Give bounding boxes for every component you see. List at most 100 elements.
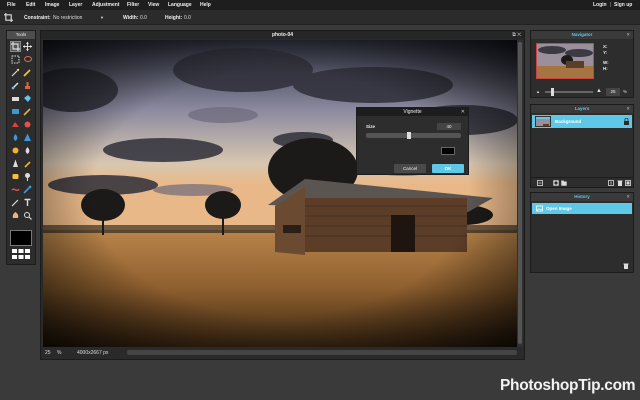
navigator-title: Navigator	[571, 32, 593, 37]
zoom-value[interactable]: 25	[45, 350, 51, 356]
history-item[interactable]: Open Image	[532, 203, 632, 214]
document-title: photo-04	[41, 31, 524, 39]
layer-menu-icon[interactable]	[625, 180, 631, 186]
size-label: Size	[366, 124, 376, 129]
menu-view[interactable]: View	[148, 2, 159, 8]
navigator-zoom-input[interactable]: 25	[606, 88, 620, 96]
ok-button[interactable]: OK	[432, 164, 464, 173]
size-slider[interactable]	[366, 132, 461, 139]
marquee-icon[interactable]	[11, 55, 20, 64]
eraser-icon[interactable]	[11, 94, 20, 103]
close-icon[interactable]: ✕	[517, 32, 521, 38]
slider-handle[interactable]	[406, 132, 411, 139]
pencil-icon[interactable]	[23, 68, 32, 77]
bucket-icon[interactable]	[23, 94, 32, 103]
constraint-select[interactable]: No restriction	[53, 15, 82, 21]
horizontal-scrollbar[interactable]	[127, 350, 517, 355]
vertical-scrollbar[interactable]	[517, 40, 523, 347]
navigator-thumbnail[interactable]	[536, 43, 594, 79]
close-icon[interactable]: ✕	[626, 105, 630, 113]
history-panel: History ✕ Open Image	[530, 192, 634, 273]
trash-icon[interactable]	[617, 180, 623, 186]
history-trash-icon[interactable]	[623, 263, 629, 269]
layer-name: Background	[555, 119, 582, 124]
spot-heal-icon[interactable]	[11, 133, 20, 142]
navigator-panel: Navigator ✕ X: Y: W: H: ▲ ▲ 25 %	[530, 30, 634, 98]
clone-stamp-icon[interactable]	[23, 81, 32, 90]
menu-adjustment[interactable]: Adjustment	[92, 2, 120, 8]
foreground-color-swatch[interactable]	[10, 230, 32, 246]
status-bar: 25 % 4000x2667 px	[41, 347, 524, 359]
blur-icon[interactable]	[23, 146, 32, 155]
dialog-title: Vignette	[357, 108, 468, 116]
gradient-icon[interactable]	[11, 107, 20, 116]
new-folder-icon[interactable]	[561, 180, 567, 186]
dodge-icon[interactable]	[23, 172, 32, 181]
menu-file[interactable]: File	[7, 2, 16, 8]
menu-bar: File Edit Image Layer Adjustment Filter …	[0, 0, 640, 10]
tools-panel: Tools	[6, 30, 36, 265]
menu-language[interactable]: Language	[168, 2, 192, 8]
image-size: 4000x2667 px	[77, 350, 109, 356]
new-layer-icon[interactable]	[608, 180, 614, 186]
layers-footer	[531, 177, 633, 187]
magic-wand-icon[interactable]	[11, 68, 20, 77]
height-input[interactable]: 0.0	[184, 15, 191, 21]
crop-icon[interactable]	[4, 13, 13, 22]
smudge-icon[interactable]	[23, 159, 32, 168]
pinch-icon[interactable]	[11, 146, 20, 155]
signup-link[interactable]: Sign up	[614, 2, 632, 8]
red-eye-icon[interactable]	[23, 120, 32, 129]
width-input[interactable]: 0.0	[140, 15, 147, 21]
grid-icon[interactable]	[12, 249, 30, 260]
document-window: photo-04 ⧉ ✕ 25 % 4000x2667 px	[40, 30, 525, 360]
zoom-in-icon[interactable]: ▲	[596, 88, 602, 94]
canvas-image[interactable]	[43, 40, 518, 347]
zoom-unit: %	[57, 350, 62, 356]
size-input[interactable]: 40	[437, 123, 461, 130]
chevron-down-icon[interactable]: ▼	[100, 15, 104, 20]
sponge-icon[interactable]	[11, 172, 20, 181]
menu-image[interactable]: Image	[45, 2, 59, 8]
history-title: History	[574, 194, 590, 199]
menu-layer[interactable]: Layer	[69, 2, 82, 8]
zoom-slider-handle[interactable]	[550, 88, 554, 96]
h-label: H:	[603, 66, 608, 71]
layer-settings-icon[interactable]	[537, 180, 543, 186]
crop-icon[interactable]	[10, 41, 21, 52]
layer-thumbnail	[535, 116, 551, 127]
menu-edit[interactable]: Edit	[26, 2, 35, 8]
hand-pan-icon[interactable]	[23, 211, 32, 220]
restore-icon[interactable]: ⧉	[512, 32, 516, 38]
lock-icon[interactable]	[624, 118, 629, 125]
x-label: X:	[603, 44, 608, 49]
layers-title: Layers	[574, 106, 590, 111]
eyedropper-icon[interactable]	[23, 185, 32, 194]
login-link[interactable]: Login	[593, 2, 607, 8]
bloat-icon[interactable]	[23, 133, 32, 142]
burn-icon[interactable]	[11, 185, 20, 194]
close-icon[interactable]: ✕	[461, 108, 465, 116]
close-icon[interactable]: ✕	[626, 31, 630, 39]
zoom-out-icon[interactable]: ▲	[536, 89, 540, 94]
layer-mask-icon[interactable]	[553, 180, 559, 186]
cancel-button[interactable]: Cancel	[394, 164, 426, 173]
type-icon[interactable]	[23, 198, 32, 207]
history-item-label: Open Image	[546, 206, 572, 211]
brush-icon[interactable]	[11, 81, 20, 90]
drawing-icon[interactable]	[11, 120, 20, 129]
hand-icon[interactable]	[11, 198, 20, 207]
sharpen-icon[interactable]	[11, 159, 20, 168]
lasso-icon[interactable]	[23, 55, 32, 64]
y-label: Y:	[603, 50, 608, 55]
menu-help[interactable]: Help	[200, 2, 211, 8]
close-icon[interactable]: ✕	[626, 193, 630, 201]
layers-panel: Layers ✕ Background	[530, 104, 634, 188]
layer-row[interactable]: Background	[532, 115, 632, 128]
zoom-icon[interactable]	[11, 211, 20, 220]
w-label: W:	[603, 60, 609, 65]
menu-filter[interactable]: Filter	[127, 2, 139, 8]
color-replace-icon[interactable]	[23, 107, 32, 116]
zoom-row: ▲ ▲ 25 %	[536, 88, 630, 96]
move-icon[interactable]	[23, 42, 32, 51]
